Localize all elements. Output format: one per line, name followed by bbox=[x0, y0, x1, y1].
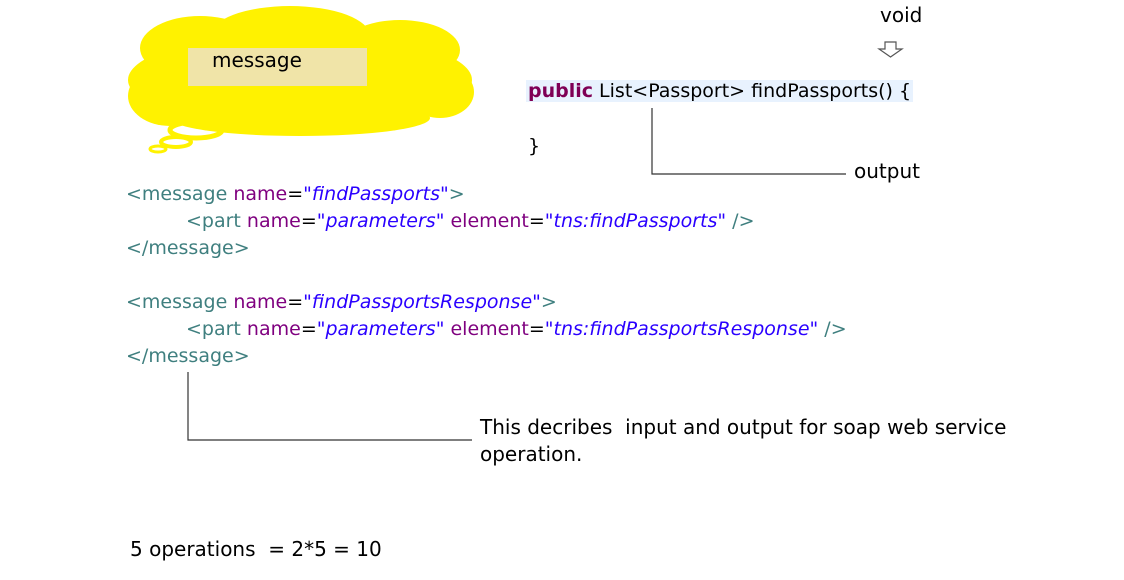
wsdl-message-1-close: </message> bbox=[126, 237, 250, 259]
xml-value: "tns:findPassports" bbox=[544, 210, 727, 232]
description-connector-line bbox=[187, 372, 472, 441]
void-label: void bbox=[880, 3, 923, 27]
output-label: output bbox=[854, 159, 920, 183]
xml-equals: = bbox=[528, 318, 545, 340]
xml-value: "parameters" bbox=[316, 318, 445, 340]
xml-value: "parameters" bbox=[316, 210, 445, 232]
xml-tag-close: > bbox=[448, 183, 465, 205]
down-arrow-icon bbox=[877, 41, 904, 58]
xml-tag-close: /> bbox=[726, 210, 755, 232]
cloud-label: message bbox=[212, 48, 302, 72]
xml-tag-close: > bbox=[540, 291, 557, 313]
description-line-1: This decribes input and output for soap … bbox=[480, 415, 1007, 439]
description-line-2: operation. bbox=[480, 442, 583, 466]
wsdl-message-1-open: <message name="findPassports"> bbox=[126, 183, 465, 205]
xml-attribute: name bbox=[227, 291, 288, 313]
xml-attribute: name bbox=[240, 210, 301, 232]
output-connector-line bbox=[651, 108, 846, 175]
java-closing-brace: } bbox=[528, 135, 541, 157]
xml-attribute: element bbox=[444, 318, 529, 340]
xml-tag: <message bbox=[126, 291, 228, 313]
java-signature-rest: List<Passport> findPassports() { bbox=[593, 80, 912, 102]
xml-tag: <part bbox=[186, 318, 241, 340]
wsdl-message-2-open: <message name="findPassportsResponse"> bbox=[126, 291, 557, 313]
xml-equals: = bbox=[287, 291, 304, 313]
xml-equals: = bbox=[300, 210, 317, 232]
xml-attribute: name bbox=[227, 183, 288, 205]
wsdl-message-2-close: </message> bbox=[126, 345, 250, 367]
xml-equals: = bbox=[287, 183, 304, 205]
xml-attribute: element bbox=[444, 210, 529, 232]
xml-tag: <message bbox=[126, 183, 228, 205]
xml-equals: = bbox=[528, 210, 545, 232]
xml-tag-close: /> bbox=[818, 318, 847, 340]
xml-attribute: name bbox=[240, 318, 301, 340]
footer-calculation: 5 operations = 2*5 = 10 bbox=[130, 537, 382, 561]
xml-tag: <part bbox=[186, 210, 241, 232]
xml-value: "findPassportsResponse" bbox=[303, 291, 541, 313]
java-keyword: public bbox=[528, 80, 594, 102]
xml-value: "findPassports" bbox=[303, 183, 449, 205]
xml-equals: = bbox=[300, 318, 317, 340]
java-method-signature: public List<Passport> findPassports() { bbox=[526, 80, 914, 102]
xml-value: "tns:findPassportsResponse" bbox=[544, 318, 819, 340]
wsdl-part-2: <part name="parameters" element="tns:fin… bbox=[186, 318, 847, 340]
wsdl-part-1: <part name="parameters" element="tns:fin… bbox=[186, 210, 755, 232]
